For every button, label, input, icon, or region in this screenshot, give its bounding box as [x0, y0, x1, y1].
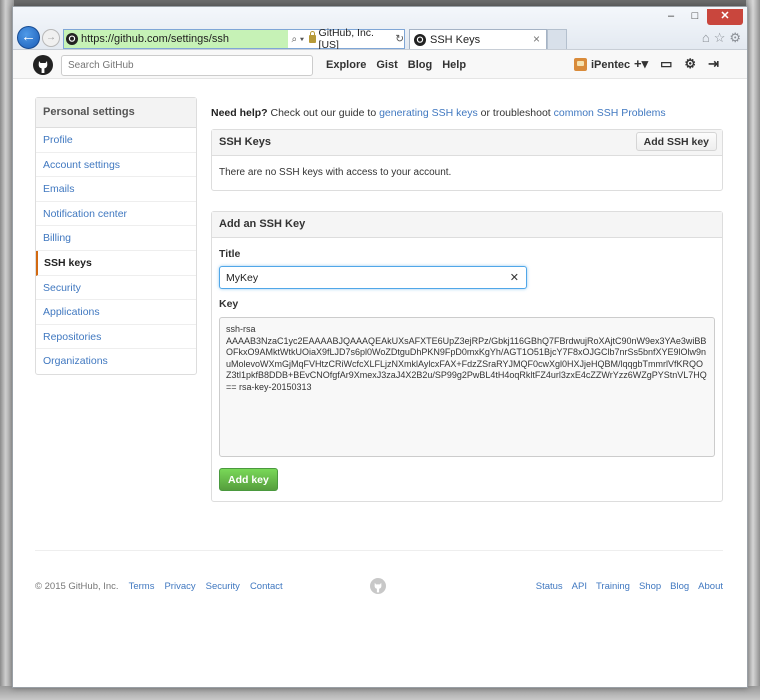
sidebar-item-profile[interactable]: Profile: [36, 128, 196, 153]
sidebar-item-billing[interactable]: Billing: [36, 226, 196, 251]
footer-link-shop[interactable]: Shop: [639, 581, 661, 592]
certificate-label: GitHub, Inc. [US]: [318, 27, 374, 51]
footer-link-security[interactable]: Security: [206, 581, 240, 592]
sidebar-item-notification-center[interactable]: Notification center: [36, 202, 196, 227]
username[interactable]: iPentec: [591, 59, 630, 71]
help-prefix: Need help?: [211, 107, 268, 119]
refresh-icon[interactable]: ↻: [395, 33, 404, 45]
back-arrow-icon[interactable]: ←: [17, 26, 40, 49]
ssh-settings-main: Need help? Check out our guide to genera…: [211, 97, 723, 502]
footer-link-status[interactable]: Status: [536, 581, 563, 592]
title-input-value: MyKey: [226, 272, 259, 284]
minimize-button[interactable]: –: [659, 9, 683, 25]
inbox-icon[interactable]: ▭: [660, 56, 672, 72]
footer-link-terms[interactable]: Terms: [129, 581, 155, 592]
sidebar-item-emails[interactable]: Emails: [36, 177, 196, 202]
footer-link-privacy[interactable]: Privacy: [164, 581, 195, 592]
key-textarea[interactable]: ssh-rsa AAAAB3NzaC1yc2EAAAABJQAAAQEAkUXs…: [219, 317, 715, 457]
desktop-background-bottom: [0, 686, 760, 700]
browser-tab-ssh-keys[interactable]: SSH Keys ×: [409, 29, 547, 49]
github-octocat-logo-icon[interactable]: [33, 55, 53, 75]
header-nav: Explore Gist Blog Help: [326, 59, 466, 71]
footer-right: Status API Training Shop Blog About: [536, 581, 723, 592]
nav-explore[interactable]: Explore: [326, 59, 366, 71]
footer-link-api[interactable]: API: [572, 581, 587, 592]
sidebar-item-ssh-keys[interactable]: SSH keys: [36, 250, 196, 276]
header-actions: +▾ ▭ ⚙ ⇥: [634, 56, 719, 72]
search-dropdown-icon[interactable]: ⌕ ▾: [288, 34, 307, 45]
close-window-button[interactable]: ✕: [707, 9, 743, 25]
github-mark-icon[interactable]: [370, 578, 386, 594]
search-input[interactable]: [61, 55, 313, 76]
window-controls: – □ ✕: [659, 9, 743, 25]
url-field[interactable]: https://github.com/settings/ssh: [64, 30, 289, 48]
home-icon[interactable]: ⌂: [702, 30, 710, 46]
add-ssh-key-form: Title MyKey ✕ Key ssh-rsa AAAAB3NzaC1yc2…: [212, 238, 722, 501]
tab-close-icon[interactable]: ×: [533, 32, 540, 46]
add-ssh-key-header: Add an SSH Key: [212, 212, 722, 238]
github-favicon-icon: [414, 33, 426, 46]
settings-gear-icon[interactable]: ⚙: [684, 56, 696, 72]
new-tab-button[interactable]: [547, 29, 567, 49]
user-menu[interactable]: iPentec: [574, 58, 630, 71]
tab-title: SSH Keys: [430, 33, 481, 46]
ssh-keys-empty-message: There are no SSH keys with access to you…: [219, 167, 452, 178]
help-text-2: or troubleshoot: [477, 107, 554, 119]
tools-gear-icon[interactable]: ⚙: [729, 30, 741, 46]
page-footer: © 2015 GitHub, Inc. Terms Privacy Securi…: [35, 550, 723, 594]
ssh-keys-header: SSH Keys Add SSH key: [212, 130, 722, 156]
footer-copyright: © 2015 GitHub, Inc.: [35, 581, 119, 592]
desktop-background-right: [746, 0, 760, 700]
footer-link-about[interactable]: About: [698, 581, 723, 592]
lock-icon: [309, 31, 316, 43]
create-new-plus-icon[interactable]: +▾: [634, 56, 648, 72]
key-label: Key: [219, 298, 239, 310]
forward-arrow-icon[interactable]: →: [42, 29, 60, 47]
favorites-star-icon[interactable]: ☆: [714, 30, 726, 46]
ssh-keys-box: SSH Keys Add SSH key There are no SSH ke…: [211, 129, 723, 191]
common-ssh-problems-link[interactable]: common SSH Problems: [554, 107, 666, 119]
ssh-keys-title: SSH Keys: [219, 136, 271, 148]
sidebar-item-security[interactable]: Security: [36, 276, 196, 301]
nav-help[interactable]: Help: [442, 59, 466, 71]
browser-window: – □ ✕ ← → https://github.com/settings/ss…: [12, 6, 748, 688]
help-text-1: Check out our guide to: [267, 107, 380, 119]
sidebar-item-applications[interactable]: Applications: [36, 300, 196, 325]
footer-link-contact[interactable]: Contact: [250, 581, 283, 592]
sign-out-icon[interactable]: ⇥: [708, 56, 719, 72]
sidebar-item-repositories[interactable]: Repositories: [36, 325, 196, 350]
add-ssh-key-button[interactable]: Add SSH key: [635, 132, 717, 151]
nav-blog[interactable]: Blog: [408, 59, 432, 71]
security-certificate[interactable]: GitHub, Inc. [US] ↻: [307, 27, 404, 51]
browser-chrome: – □ ✕ ← → https://github.com/settings/ss…: [13, 7, 747, 51]
maximize-button[interactable]: □: [683, 9, 707, 25]
github-favicon-icon: [66, 33, 78, 45]
url-text: https://github.com/settings/ssh: [81, 33, 229, 45]
add-ssh-key-box: Add an SSH Key Title MyKey ✕ Key ssh-rsa…: [211, 211, 723, 502]
sidebar-item-account-settings[interactable]: Account settings: [36, 153, 196, 178]
sidebar-item-organizations[interactable]: Organizations: [36, 349, 196, 374]
avatar: [574, 58, 587, 71]
sidebar-heading: Personal settings: [36, 98, 196, 128]
footer-left: © 2015 GitHub, Inc. Terms Privacy Securi…: [35, 581, 283, 592]
settings-sidebar: Personal settings Profile Account settin…: [35, 97, 197, 375]
nav-gist[interactable]: Gist: [376, 59, 397, 71]
clear-input-icon[interactable]: ✕: [510, 271, 519, 284]
title-label: Title: [219, 248, 241, 260]
add-key-button[interactable]: Add key: [219, 468, 278, 491]
generating-ssh-keys-link[interactable]: generating SSH keys: [379, 107, 478, 119]
browser-toolbar-icons: ⌂ ☆ ⚙: [702, 30, 741, 46]
address-bar[interactable]: https://github.com/settings/ssh ⌕ ▾ GitH…: [63, 27, 405, 51]
footer-link-blog[interactable]: Blog: [670, 581, 689, 592]
github-header: Explore Gist Blog Help iPentec +▾ ▭ ⚙ ⇥: [13, 49, 747, 79]
title-input[interactable]: MyKey ✕: [219, 266, 527, 289]
help-text: Need help? Check out our guide to genera…: [211, 107, 723, 119]
footer-link-training[interactable]: Training: [596, 581, 630, 592]
